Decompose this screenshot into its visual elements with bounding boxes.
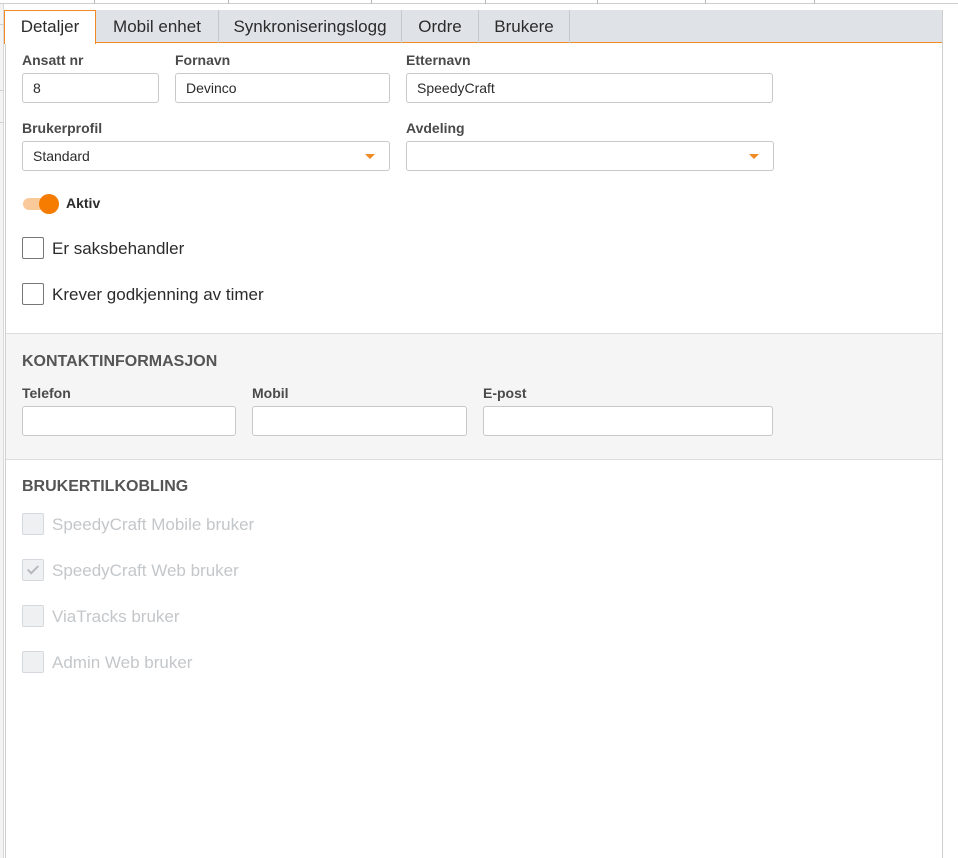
grid-line <box>0 90 4 91</box>
viatracks-label: ViaTracks bruker <box>52 607 180 626</box>
tab-sync-log[interactable]: Synkroniseringslogg <box>219 10 402 43</box>
speedycraft-mobile-checkbox <box>22 513 44 535</box>
top-divider <box>228 0 229 4</box>
user-profile-label: Brukerprofil <box>22 120 103 136</box>
background-grid-edge <box>0 4 4 858</box>
user-detail-panel: Detaljer Mobil enhet Synkroniseringslogg… <box>4 10 943 858</box>
last-name-label: Etternavn <box>406 52 471 68</box>
caseworker-checkbox[interactable] <box>22 237 44 259</box>
mobile-field[interactable] <box>252 406 467 436</box>
user-profile-value: Standard <box>33 148 90 164</box>
phone-label: Telefon <box>22 385 71 401</box>
top-divider <box>705 0 706 4</box>
email-field[interactable] <box>483 406 773 436</box>
tab-mobile-device[interactable]: Mobil enhet <box>96 10 219 43</box>
grid-line <box>0 122 4 123</box>
check-icon <box>26 562 40 575</box>
employee-no-label: Ansatt nr <box>22 52 84 68</box>
active-toggle[interactable] <box>23 192 63 216</box>
employee-no-field[interactable]: 8 <box>22 73 159 103</box>
chevron-down-icon <box>749 154 759 159</box>
requires-approval-label: Krever godkjenning av timer <box>52 285 264 304</box>
department-label: Avdeling <box>406 120 465 136</box>
chevron-down-icon <box>365 154 375 159</box>
top-divider <box>597 0 598 4</box>
mobile-label: Mobil <box>252 385 289 401</box>
admin-web-checkbox <box>22 651 44 673</box>
active-label: Aktiv <box>66 195 101 211</box>
contact-section: KONTAKTINFORMASJON Telefon Mobil E-post <box>6 333 942 460</box>
connection-section-title: BRUKERTILKOBLING <box>22 478 189 495</box>
speedycraft-web-label: SpeedyCraft Web bruker <box>52 561 239 580</box>
tab-bar: Detaljer Mobil enhet Synkroniseringslogg… <box>4 10 942 44</box>
caseworker-label: Er saksbehandler <box>52 239 185 258</box>
tab-users[interactable]: Brukere <box>479 10 570 43</box>
viatracks-checkbox <box>22 605 44 627</box>
toggle-knob <box>39 194 59 214</box>
top-divider <box>371 0 372 4</box>
speedycraft-mobile-label: SpeedyCraft Mobile bruker <box>52 515 255 534</box>
user-profile-select[interactable]: Standard <box>22 141 390 171</box>
window-top-border <box>0 0 958 4</box>
last-name-field[interactable]: SpeedyCraft <box>406 73 773 103</box>
phone-field[interactable] <box>22 406 236 436</box>
first-name-field[interactable]: Devinco <box>175 73 390 103</box>
tab-orders[interactable]: Ordre <box>402 10 479 43</box>
tab-details[interactable]: Detaljer <box>4 10 96 44</box>
speedycraft-web-checkbox <box>22 559 44 581</box>
contact-section-title: KONTAKTINFORMASJON <box>22 353 218 370</box>
top-divider <box>485 0 486 4</box>
admin-web-label: Admin Web bruker <box>52 653 193 672</box>
department-select[interactable] <box>406 141 774 171</box>
requires-approval-checkbox[interactable] <box>22 283 44 305</box>
email-label: E-post <box>483 385 527 401</box>
first-name-label: Fornavn <box>175 52 231 68</box>
top-divider <box>94 0 95 4</box>
top-divider <box>814 0 815 4</box>
